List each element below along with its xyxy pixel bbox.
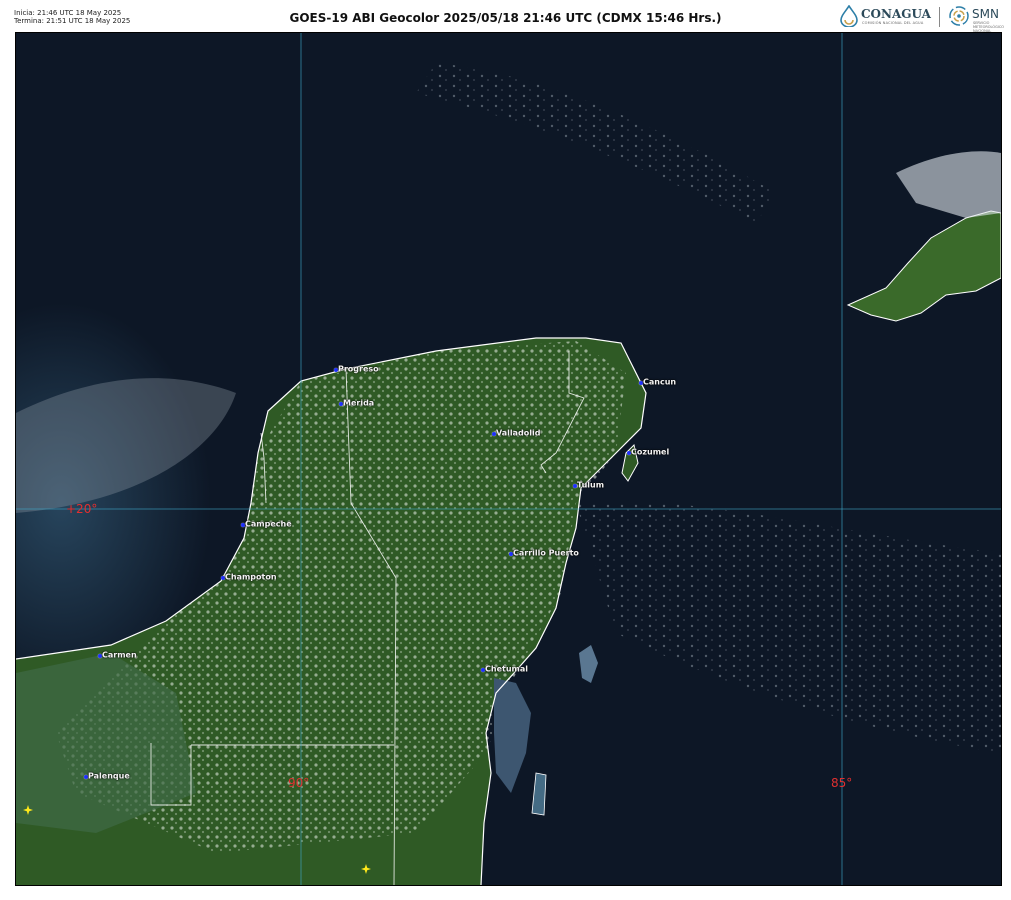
city-label-merida[interactable]: Merida [343, 399, 374, 408]
city-label-champoton[interactable]: Champoton [225, 573, 277, 582]
city-label-chetumal[interactable]: Chetumal [485, 665, 528, 674]
city-label-valladolid[interactable]: Valladolid [496, 429, 540, 438]
city-label-cozumel[interactable]: Cozumel [631, 448, 669, 457]
smn-spiral-icon [949, 6, 969, 26]
longitude-label-90: 90° [288, 776, 310, 790]
city-label-cancun[interactable]: Cancun [643, 378, 676, 387]
header-bar: Inicia: 21:46 UTC 18 May 2025 Termina: 2… [0, 0, 1011, 33]
city-label-campeche[interactable]: Campeche [245, 520, 292, 529]
city-label-carmen[interactable]: Carmen [102, 651, 137, 660]
conagua-subtitle: COMISIÓN NACIONAL DEL AGUA [862, 21, 924, 25]
latitude-label-20: +20° [66, 502, 98, 516]
city-label-tulum[interactable]: Tulum [577, 481, 604, 490]
smn-logo: SMN SERVICIO METEOROLÓGICO NACIONAL [948, 4, 1008, 33]
map-canvas [16, 33, 1001, 885]
city-label-carrillo-puerto[interactable]: Carrillo Puerto [513, 549, 579, 558]
conagua-logo: CONAGUA COMISIÓN NACIONAL DEL AGUA [839, 4, 939, 28]
longitude-label-85: 85° [831, 776, 853, 790]
conagua-drop-icon [840, 5, 858, 27]
conagua-name: CONAGUA [861, 7, 931, 21]
smn-name: SMN [972, 7, 999, 21]
logo-divider [939, 7, 940, 27]
city-label-progreso[interactable]: Progreso [338, 365, 379, 374]
fire-icon[interactable] [23, 805, 33, 815]
fire-icon[interactable] [361, 864, 371, 874]
city-label-palenque[interactable]: Palenque [88, 772, 130, 781]
satellite-map[interactable]: +20° 90° 85° Progreso Merida Valladolid … [15, 32, 1002, 886]
